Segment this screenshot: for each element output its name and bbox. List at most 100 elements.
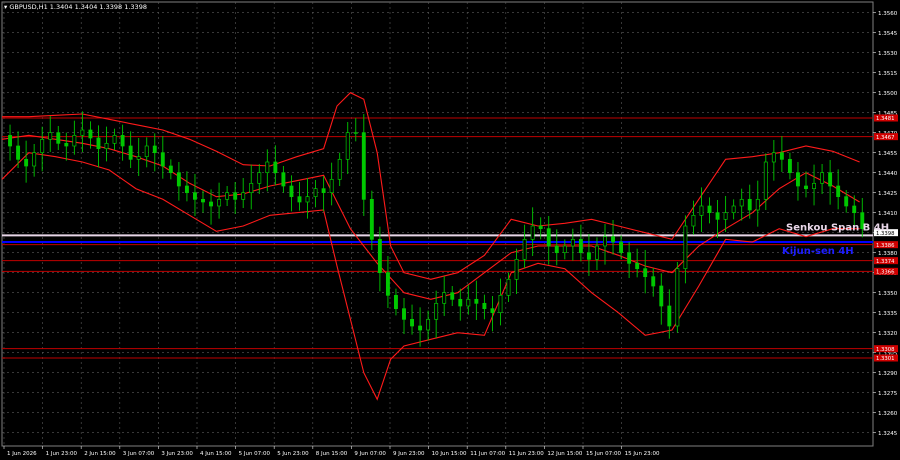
candle-body: [160, 152, 165, 167]
level-tag-label: 1.3374: [876, 259, 895, 265]
candle-body: [217, 198, 222, 207]
candle-body: [578, 238, 583, 254]
kijun-sen-label: Kijun-sen 4H: [782, 246, 854, 257]
candle-body: [233, 192, 238, 200]
y-tick-label: 1.3350: [878, 291, 898, 297]
candle-body: [64, 142, 69, 147]
candle-body: [707, 205, 712, 214]
price-chart[interactable]: 1.35601.35451.35301.35151.35001.34851.34…: [0, 0, 900, 460]
candle-body: [836, 185, 841, 198]
candle-body: [699, 205, 704, 216]
candle-body: [24, 158, 29, 167]
candle-body: [482, 302, 487, 310]
candle-body: [683, 225, 688, 270]
candle-body: [787, 158, 792, 174]
candle-body: [570, 238, 575, 247]
y-tick-label: 1.3320: [878, 331, 898, 337]
candle-body: [193, 192, 197, 200]
x-tick-label: 10 Jun 15:00: [432, 451, 467, 457]
candle-body: [184, 185, 189, 194]
candle-body: [442, 292, 447, 304]
candle-body: [201, 198, 205, 203]
candle-body: [72, 134, 77, 147]
x-tick-label: 3 Jun 07:00: [123, 451, 155, 457]
candle-body: [104, 142, 109, 150]
candle-body: [8, 134, 12, 147]
level-tag-label: 1.3386: [876, 243, 895, 249]
y-tick-label: 1.3455: [878, 151, 898, 157]
candle-body: [771, 152, 776, 163]
level-tag-label: 1.3301: [876, 356, 895, 362]
candle-body: [627, 252, 632, 264]
y-tick-label: 1.3530: [878, 51, 898, 57]
x-tick-label: 11 Jun 07:00: [470, 451, 505, 457]
candle-body: [804, 185, 808, 190]
candle-body: [48, 132, 53, 140]
x-tick-label: 12 Jun 15:00: [547, 451, 582, 457]
candle-body: [586, 252, 591, 260]
level-tag-label: 1.3366: [876, 270, 895, 276]
candle-body: [490, 308, 495, 314]
candle-body: [820, 172, 825, 184]
chart-window: 1.3560 1.3545 1.3530 1.3515 1.3500 1.3485 1.34…: [0, 0, 900, 460]
candle-body: [313, 188, 318, 198]
candle-body: [450, 292, 455, 300]
candle-body: [763, 161, 768, 200]
candle-body: [377, 238, 382, 274]
candle-body: [32, 152, 37, 167]
x-tick-label: 4 Jun 15:00: [200, 451, 232, 457]
candle-body: [88, 129, 93, 139]
candle-body: [828, 172, 833, 187]
candle-body: [755, 198, 760, 211]
y-tick-label: 1.3515: [878, 71, 898, 77]
x-tick-label: 8 Jun 15:00: [316, 451, 348, 457]
candle-body: [522, 238, 527, 260]
candle-body: [844, 196, 849, 207]
candle-body: [595, 245, 599, 260]
candle-body: [361, 132, 366, 200]
candle-body: [410, 318, 414, 327]
candle-body: [667, 305, 672, 327]
y-tick-label: 1.3500: [878, 91, 898, 97]
candle-body: [80, 129, 85, 136]
y-tick-label: 1.3560: [878, 11, 898, 17]
y-tick-label: 1.3380: [878, 251, 898, 257]
candle-body: [96, 137, 101, 150]
x-tick-label: 5 Jun 07:00: [239, 451, 271, 457]
candle-body: [852, 205, 857, 214]
candle-body: [466, 298, 471, 307]
candle-body: [305, 196, 310, 203]
candle-body: [474, 298, 479, 304]
level-tag-label: 1.3467: [876, 135, 895, 141]
candle-body: [241, 192, 246, 200]
candle-body: [112, 134, 117, 144]
candle-body: [136, 156, 141, 160]
candle-body: [337, 158, 342, 180]
candle-body: [168, 165, 173, 174]
candle-body: [691, 214, 696, 227]
candle-body: [281, 172, 286, 187]
x-tick-label: 3 Jun 23:00: [161, 451, 193, 457]
level-tag-label: 1.3481: [876, 116, 895, 122]
candle-body: [554, 245, 559, 254]
candle-body: [257, 172, 262, 184]
x-tick-label: 2 Jun 15:00: [84, 451, 116, 457]
x-tick-label: 11 Jun 23:00: [509, 451, 544, 457]
candle-body: [40, 138, 45, 154]
senkou-span-b-label: Senkou Span B 4H: [786, 222, 889, 233]
x-tick-label: 1 Jun 23:00: [46, 451, 78, 457]
candle-body: [128, 145, 133, 160]
candle-body: [144, 145, 149, 158]
y-tick-label: 1.3410: [878, 211, 898, 217]
candle-body: [506, 278, 511, 296]
y-tick-label: 1.3545: [878, 31, 898, 37]
candle-body: [394, 294, 398, 310]
candle-body: [225, 192, 230, 200]
candle-body: [176, 172, 181, 187]
candle-body: [619, 241, 624, 254]
y-tick-label: 1.3275: [878, 391, 898, 397]
candle-body: [643, 268, 648, 278]
candle-body: [434, 302, 439, 320]
candle-body: [723, 212, 728, 220]
x-tick-label: 15 Jun 07:00: [586, 451, 621, 457]
